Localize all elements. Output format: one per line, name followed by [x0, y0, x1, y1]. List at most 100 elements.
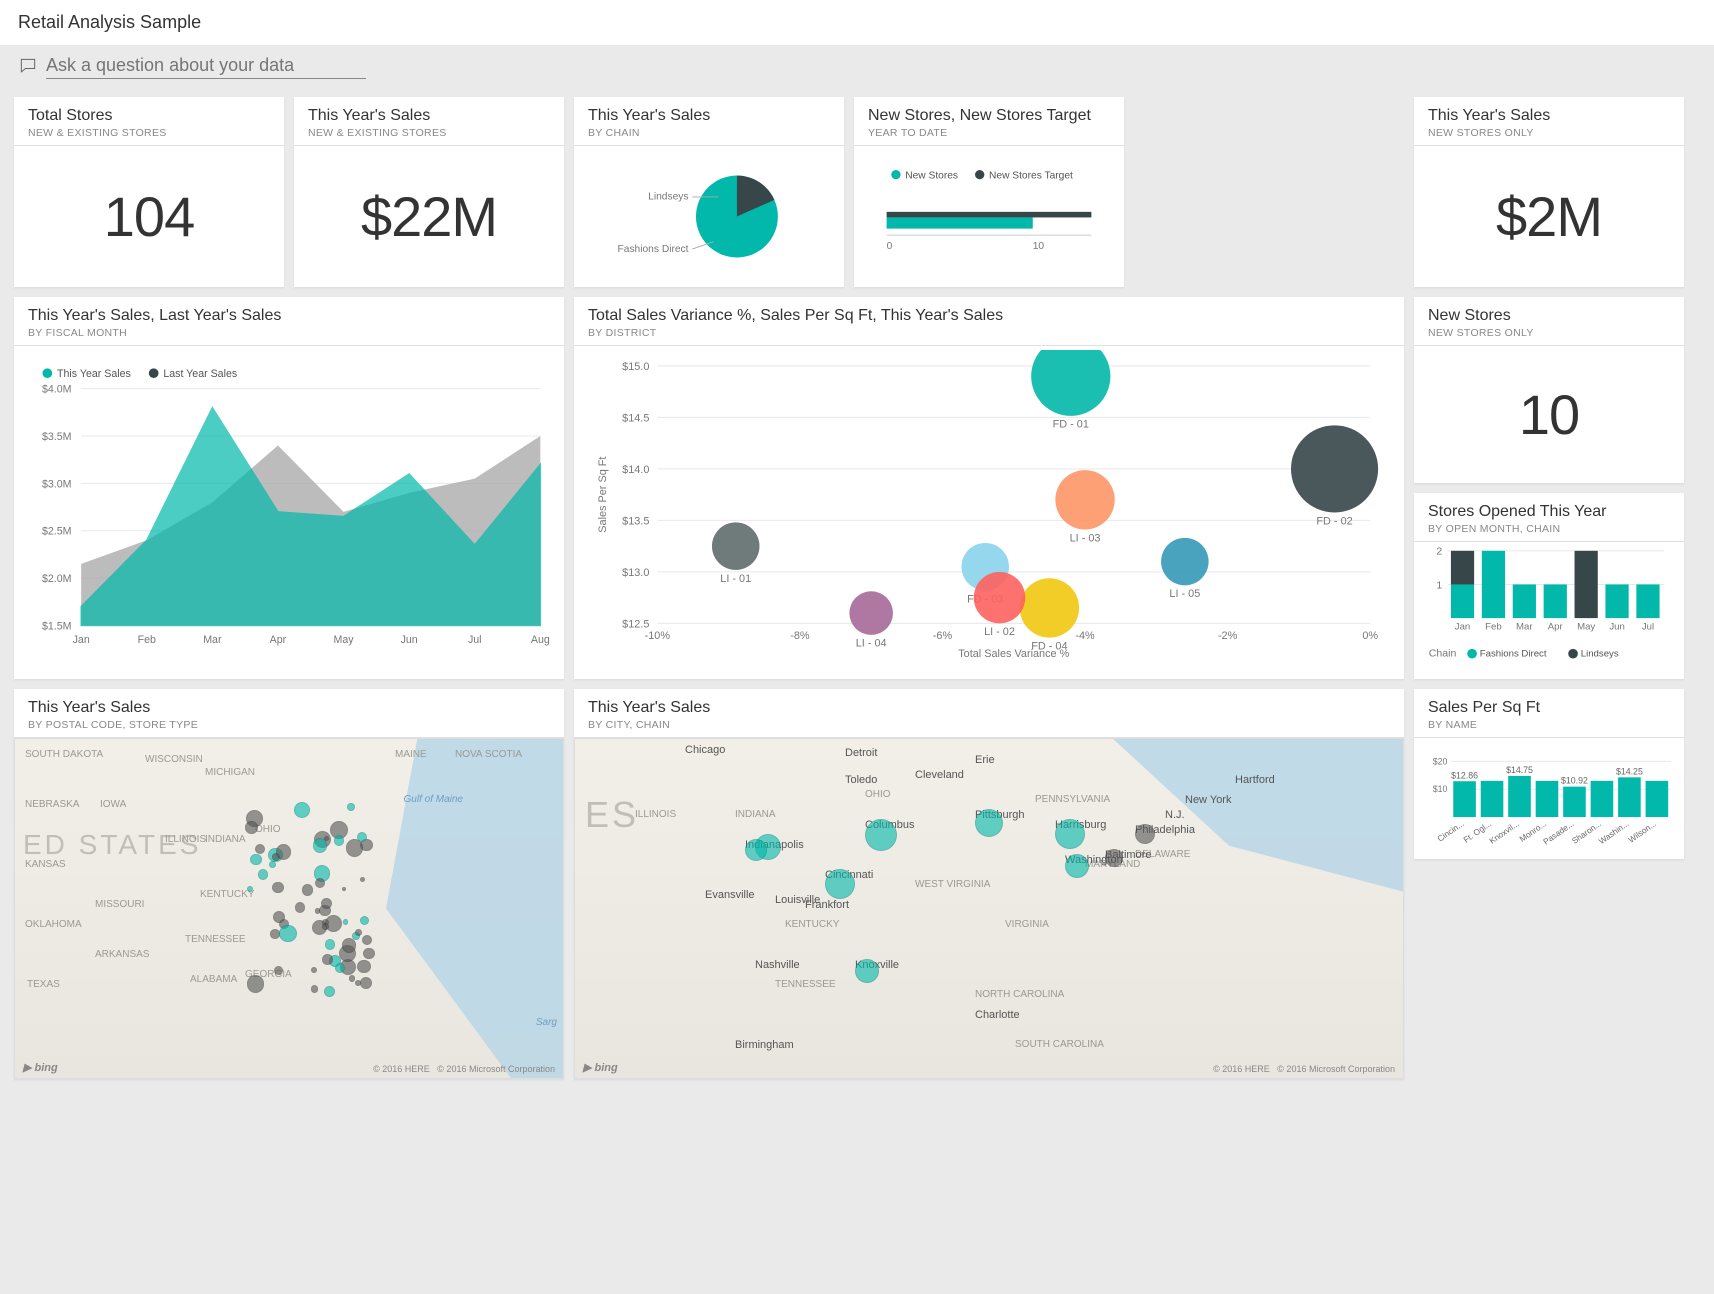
target-bar-chart: New Stores New Stores Target 0 10: [864, 156, 1114, 277]
svg-text:$15.0: $15.0: [622, 361, 649, 373]
svg-text:-8%: -8%: [790, 630, 810, 642]
sqft-bar-chart: $10$20$12.86Cincin...Ft. Ogl...$14.75Kno…: [1422, 740, 1676, 855]
tile-title: This Year's Sales: [1428, 107, 1670, 125]
blank-spacer: [1134, 97, 1404, 287]
tile-title: This Year's Sales: [28, 699, 550, 717]
svg-text:May: May: [334, 634, 355, 646]
tile-subtitle: NEW STORES ONLY: [1428, 127, 1670, 139]
svg-text:LI - 01: LI - 01: [720, 573, 751, 585]
tile-monthly-sales[interactable]: This Year's Sales, Last Year's Sales BY …: [14, 297, 564, 679]
tile-sales-new-existing[interactable]: This Year's Sales NEW & EXISTING STORES …: [294, 97, 564, 287]
svg-text:Lindseys: Lindseys: [1581, 649, 1619, 660]
tile-total-stores[interactable]: Total Stores NEW & EXISTING STORES 104: [14, 97, 284, 287]
svg-text:LI - 05: LI - 05: [1169, 588, 1200, 600]
tile-subtitle: BY CITY, CHAIN: [588, 719, 1390, 731]
area-chart: This Year SalesLast Year Sales$1.5M$2.0M…: [28, 350, 550, 669]
tile-title: Total Sales Variance %, Sales Per Sq Ft,…: [588, 307, 1390, 325]
svg-text:Aug: Aug: [531, 634, 550, 646]
svg-text:-4%: -4%: [1075, 630, 1095, 642]
kpi-sales-ne: $22M: [361, 184, 497, 249]
legend-target: New Stores Target: [989, 170, 1073, 181]
svg-text:1: 1: [1436, 579, 1442, 591]
tile-variance-scatter[interactable]: Total Sales Variance %, Sales Per Sq Ft,…: [574, 297, 1404, 679]
tile-map-city[interactable]: This Year's Sales BY CITY, CHAIN ESILLIN…: [574, 689, 1404, 1079]
svg-text:Mar: Mar: [1516, 622, 1533, 633]
map-visual[interactable]: ESILLINOISINDIANAOHIOWEST VIRGINIAVIRGIN…: [574, 738, 1404, 1079]
svg-text:$13.0: $13.0: [622, 567, 649, 579]
tile-title: New Stores, New Stores Target: [868, 107, 1110, 125]
svg-text:$10.92: $10.92: [1561, 776, 1588, 786]
svg-text:FD - 04: FD - 04: [1031, 641, 1067, 653]
svg-text:$14.25: $14.25: [1616, 766, 1643, 776]
svg-text:-2%: -2%: [1218, 630, 1238, 642]
svg-text:Knoxvil...: Knoxvil...: [1487, 818, 1520, 846]
svg-text:Jan: Jan: [1455, 622, 1471, 633]
svg-text:$10: $10: [1433, 784, 1448, 794]
svg-text:$2.0M: $2.0M: [42, 573, 72, 585]
tile-new-stores-kpi[interactable]: New Stores NEW STORES ONLY 10: [1414, 297, 1684, 483]
tile-sales-new-stores[interactable]: This Year's Sales NEW STORES ONLY $2M: [1414, 97, 1684, 287]
svg-text:Mar: Mar: [203, 634, 222, 646]
svg-text:$20: $20: [1433, 756, 1448, 766]
tile-subtitle: BY CHAIN: [588, 127, 830, 139]
svg-text:Jul: Jul: [468, 634, 482, 646]
opened-bar-chart: 12JanFebMarAprMayJunJulChainFashions Dir…: [1424, 544, 1674, 673]
svg-text:FD - 01: FD - 01: [1053, 419, 1089, 431]
tile-title: Stores Opened This Year: [1428, 503, 1670, 521]
svg-text:Chain: Chain: [1429, 648, 1457, 660]
svg-text:Jun: Jun: [401, 634, 418, 646]
svg-text:$3.0M: $3.0M: [42, 478, 72, 490]
svg-text:2: 2: [1436, 546, 1442, 558]
tile-title: This Year's Sales, Last Year's Sales: [28, 307, 550, 325]
svg-text:-6%: -6%: [933, 630, 953, 642]
svg-text:LI - 04: LI - 04: [856, 638, 887, 650]
pie-label-lindseys: Lindseys: [648, 192, 688, 203]
svg-text:Sharon...: Sharon...: [1570, 818, 1603, 846]
svg-text:Sales Per Sq Ft: Sales Per Sq Ft: [597, 457, 609, 533]
tile-title: This Year's Sales: [588, 699, 1390, 717]
svg-text:$4.0M: $4.0M: [42, 384, 72, 396]
svg-text:Cincin...: Cincin...: [1435, 818, 1465, 843]
tile-sales-sqft[interactable]: Sales Per Sq Ft BY NAME $10$20$12.86Cinc…: [1414, 689, 1684, 859]
svg-text:This Year Sales: This Year Sales: [57, 368, 131, 380]
svg-text:LI - 02: LI - 02: [984, 626, 1015, 638]
qna-input[interactable]: [46, 53, 366, 79]
tile-map-postal[interactable]: This Year's Sales BY POSTAL CODE, STORE …: [14, 689, 564, 1079]
tile-stores-opened[interactable]: Stores Opened This Year BY OPEN MONTH, C…: [1414, 493, 1684, 679]
tile-new-stores-target[interactable]: New Stores, New Stores Target YEAR TO DA…: [854, 97, 1124, 287]
map-visual[interactable]: ED STATESGulf of MaineSargSOUTH DAKOTANE…: [14, 738, 564, 1079]
svg-text:-10%: -10%: [645, 630, 671, 642]
svg-text:Pasade...: Pasade...: [1541, 818, 1575, 846]
dashboard-grid: Total Stores NEW & EXISTING STORES 104 T…: [0, 89, 1714, 1087]
tile-title: New Stores: [1428, 307, 1670, 325]
tile-subtitle: NEW & EXISTING STORES: [28, 127, 270, 139]
svg-text:$13.5: $13.5: [622, 515, 649, 527]
scatter-chart: $12.5$13.0$13.5$14.0$14.5$15.0-10%-8%-6%…: [588, 350, 1390, 669]
tile-title: Total Stores: [28, 107, 270, 125]
xtick-0: 0: [887, 241, 893, 252]
svg-text:FD - 02: FD - 02: [1316, 515, 1352, 527]
svg-text:$2.5M: $2.5M: [42, 526, 72, 538]
tile-subtitle: BY DISTRICT: [588, 327, 1390, 339]
svg-text:$3.5M: $3.5M: [42, 431, 72, 443]
page-title: Retail Analysis Sample: [0, 0, 1714, 45]
svg-text:Wilson...: Wilson...: [1626, 818, 1658, 844]
svg-text:Feb: Feb: [1485, 622, 1502, 633]
tile-title: This Year's Sales: [588, 107, 830, 125]
svg-text:Washin...: Washin...: [1597, 818, 1631, 846]
svg-text:$14.0: $14.0: [622, 464, 649, 476]
svg-text:Jan: Jan: [73, 634, 90, 646]
tile-subtitle: BY FISCAL MONTH: [28, 327, 550, 339]
svg-text:Jul: Jul: [1642, 622, 1654, 633]
tile-title: Sales Per Sq Ft: [1428, 699, 1670, 717]
tile-subtitle: NEW & EXISTING STORES: [308, 127, 550, 139]
svg-text:$12.86: $12.86: [1451, 770, 1478, 780]
kpi-new-stores: 10: [1519, 382, 1579, 447]
tile-sales-by-chain[interactable]: This Year's Sales BY CHAIN Lindseys Fash…: [574, 97, 844, 287]
tile-subtitle: NEW STORES ONLY: [1428, 327, 1670, 339]
pie-chart: Lindseys Fashions Direct: [584, 156, 834, 277]
svg-text:0%: 0%: [1362, 630, 1378, 642]
kpi-total-stores: 104: [104, 184, 194, 249]
qna-bar: [0, 45, 1714, 89]
svg-text:Last Year Sales: Last Year Sales: [163, 368, 237, 380]
